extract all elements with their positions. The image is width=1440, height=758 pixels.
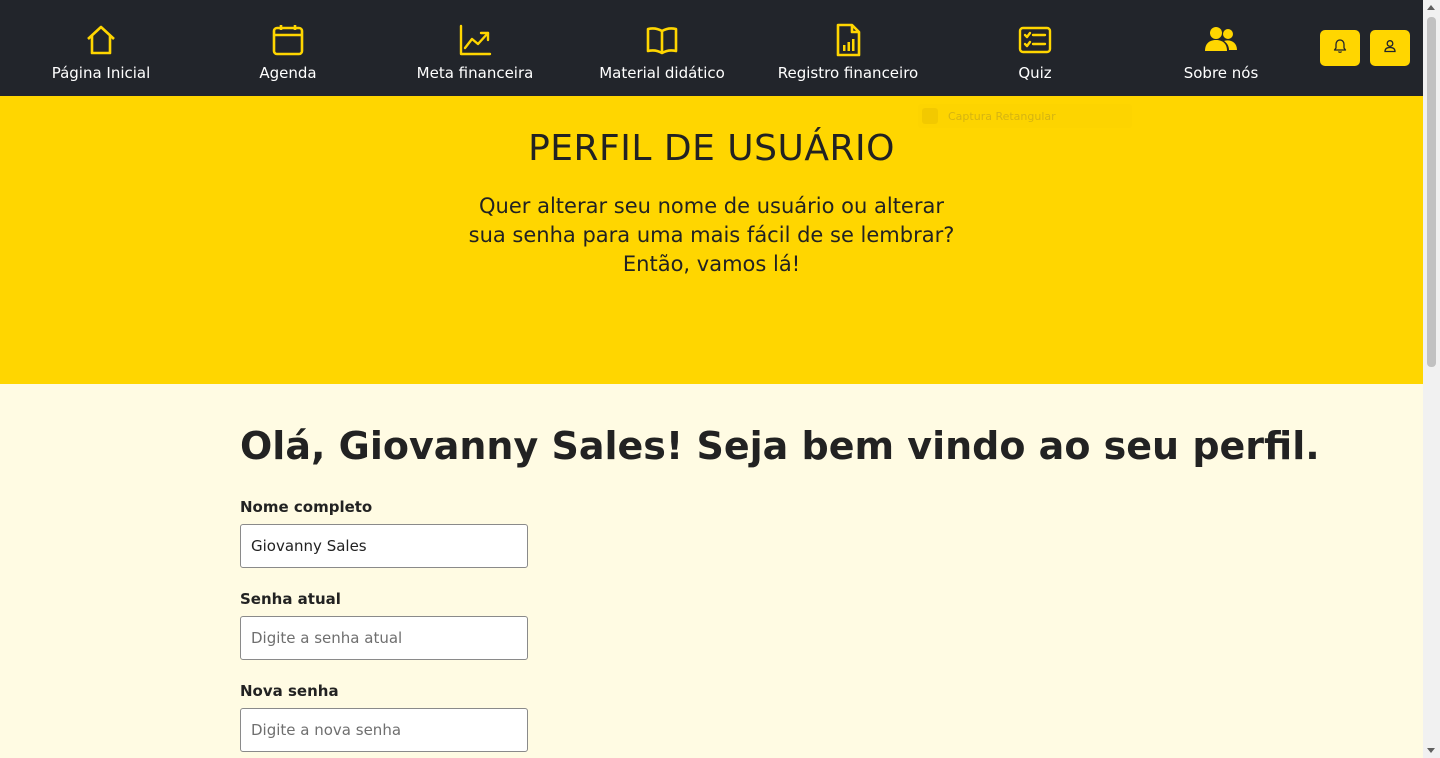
nav-item-quiz[interactable]: Quiz	[942, 22, 1128, 86]
hero-subtitle-line: Então, vamos lá!	[622, 252, 801, 276]
nav-label-sobre-nos: Sobre nós	[1183, 64, 1259, 82]
new-password-label: Nova senha	[240, 682, 339, 700]
people-icon	[1204, 22, 1238, 58]
profile-button[interactable]	[1370, 30, 1410, 66]
nav-item-material-didatico[interactable]: Material didático	[569, 22, 755, 86]
nav-item-meta-financeira[interactable]: Meta financeira	[382, 22, 568, 86]
capture-tool-label: Captura Retangular	[948, 109, 1056, 123]
nav-item-home[interactable]: Página Inicial	[8, 22, 194, 86]
scroll-up-icon[interactable]	[1427, 5, 1435, 10]
report-file-icon	[831, 22, 865, 58]
book-icon	[645, 22, 679, 58]
hero-subtitle-line: Quer alterar seu nome de usuário ou alte…	[479, 194, 944, 218]
full-name-input[interactable]	[240, 524, 528, 568]
nav-label-material-didatico: Material didático	[599, 64, 725, 82]
bell-icon	[1332, 38, 1348, 58]
vertical-scrollbar[interactable]	[1423, 0, 1440, 758]
scroll-down-icon[interactable]	[1427, 748, 1435, 753]
hero-banner: PERFIL DE USUÁRIO Quer alterar seu nome …	[0, 96, 1423, 384]
trending-up-icon	[458, 22, 492, 58]
new-password-input[interactable]	[240, 708, 528, 752]
current-password-input[interactable]	[240, 616, 528, 660]
nav-label-home: Página Inicial	[51, 64, 151, 82]
capture-icon	[922, 108, 938, 124]
nav-label-quiz: Quiz	[1018, 64, 1052, 82]
user-icon	[1382, 38, 1398, 58]
current-password-label: Senha atual	[240, 590, 341, 608]
greeting-heading: Olá, Giovanny Sales! Seja bem vindo ao s…	[240, 424, 1320, 468]
nav-item-agenda[interactable]: Agenda	[195, 22, 381, 86]
nav-item-registro-financeiro[interactable]: Registro financeiro	[755, 22, 941, 86]
home-icon	[84, 22, 118, 58]
capture-tool-overlay: Captura Retangular	[918, 104, 1132, 128]
checklist-icon	[1018, 22, 1052, 58]
hero-subtitle: Quer alterar seu nome de usuário ou alte…	[0, 192, 1423, 279]
notifications-button[interactable]	[1320, 30, 1360, 66]
top-navbar: Página Inicial Agenda Meta financeira Ma…	[0, 0, 1423, 96]
calendar-icon	[271, 22, 305, 58]
full-name-label: Nome completo	[240, 498, 373, 516]
nav-item-sobre-nos[interactable]: Sobre nós	[1128, 22, 1314, 86]
nav-label-meta-financeira: Meta financeira	[416, 64, 534, 82]
hero-subtitle-line: sua senha para uma mais fácil de se lemb…	[468, 223, 955, 247]
scroll-thumb[interactable]	[1427, 17, 1436, 367]
nav-label-registro-financeiro: Registro financeiro	[777, 64, 919, 82]
nav-label-agenda: Agenda	[259, 64, 317, 82]
page-title: PERFIL DE USUÁRIO	[528, 128, 895, 169]
